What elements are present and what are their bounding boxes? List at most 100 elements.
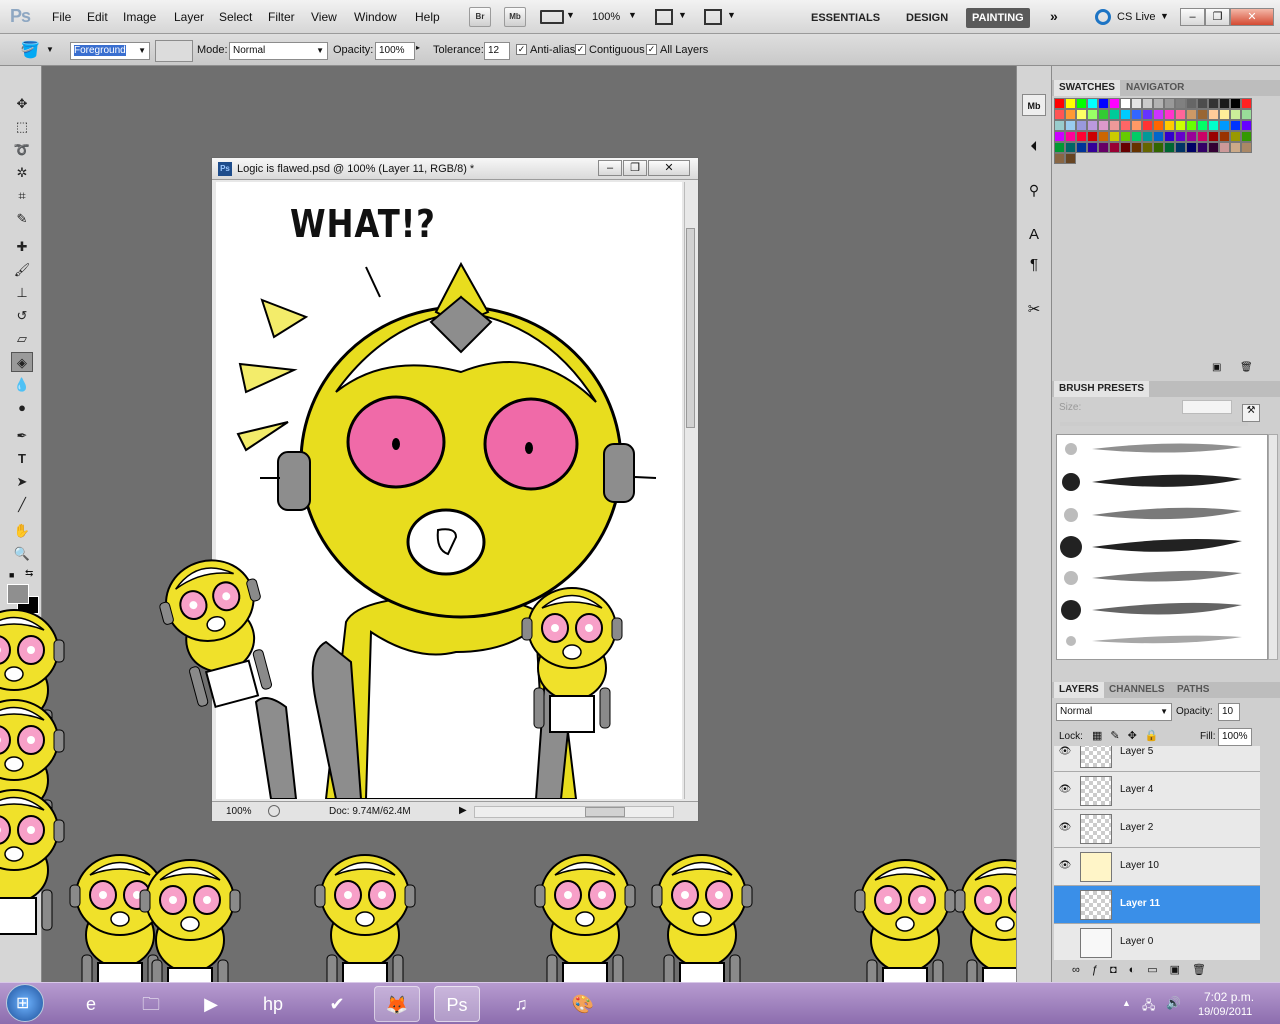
color-swatch[interactable]	[1142, 142, 1153, 153]
workspace-painting[interactable]: PAINTING	[966, 8, 1030, 28]
eye-icon[interactable]: 👁	[1058, 784, 1072, 798]
color-swatch[interactable]	[1065, 98, 1076, 109]
color-swatch[interactable]	[1120, 120, 1131, 131]
checkmark-app-icon[interactable]: ✔	[314, 986, 360, 1022]
restore-button[interactable]: ❐	[1205, 8, 1230, 26]
tab-navigator[interactable]: NAVIGATOR	[1121, 80, 1189, 96]
chevron-down-icon[interactable]: ▼	[678, 10, 687, 20]
color-swatch[interactable]	[1153, 131, 1164, 142]
mini-bridge-panel-icon[interactable]: Mb	[1022, 94, 1046, 116]
menu-filter[interactable]: Filter	[268, 10, 295, 24]
color-swatch[interactable]	[1219, 109, 1230, 120]
itunes-icon[interactable]: ♫	[498, 986, 544, 1022]
chevron-down-icon[interactable]: ▼	[628, 10, 637, 20]
menu-image[interactable]: Image	[123, 10, 156, 24]
eye-icon[interactable]	[1058, 936, 1072, 950]
color-swatch[interactable]	[1120, 142, 1131, 153]
brush-tool-icon[interactable]: 🖌	[11, 260, 33, 280]
color-swatch[interactable]	[1120, 109, 1131, 120]
color-swatch[interactable]	[1153, 98, 1164, 109]
color-swatch[interactable]	[1197, 120, 1208, 131]
path-selection-tool-icon[interactable]: ➤	[11, 472, 33, 492]
cs-live-icon[interactable]	[1095, 9, 1111, 25]
blur-tool-icon[interactable]: 💧	[11, 375, 33, 395]
status-zoom[interactable]: 100%	[226, 806, 252, 817]
color-swatch[interactable]	[1065, 142, 1076, 153]
paint-bucket-tool-icon[interactable]: ◈	[11, 352, 33, 372]
more-workspaces-icon[interactable]: »	[1050, 8, 1058, 24]
color-swatch[interactable]	[1109, 98, 1120, 109]
color-swatch[interactable]	[1153, 120, 1164, 131]
color-swatch[interactable]	[1175, 142, 1186, 153]
brush-size-input[interactable]	[1182, 400, 1232, 414]
color-swatch[interactable]	[1164, 120, 1175, 131]
color-swatch[interactable]	[1131, 109, 1142, 120]
color-swatch[interactable]	[1230, 98, 1241, 109]
lock-options-icon[interactable]: ▦✎✥🔒	[1092, 729, 1167, 742]
color-swatch[interactable]	[1197, 142, 1208, 153]
color-swatch[interactable]	[1208, 142, 1219, 153]
eyedropper-tool-icon[interactable]: ✎	[11, 209, 33, 229]
zoom-level[interactable]: 100%	[592, 11, 620, 23]
color-swatch[interactable]	[1120, 98, 1131, 109]
color-swatch[interactable]	[1241, 120, 1252, 131]
eraser-tool-icon[interactable]: ▱	[11, 329, 33, 349]
color-swatch[interactable]	[1076, 142, 1087, 153]
scroll-thumb[interactable]	[686, 228, 695, 428]
quick-mask-icon[interactable]	[12, 620, 32, 636]
bridge-button[interactable]: Br	[469, 7, 491, 27]
volume-icon[interactable]: 🔊	[1166, 996, 1181, 1010]
brush-panel-toggle-icon[interactable]: ⚒	[1242, 404, 1260, 422]
chevron-down-icon[interactable]: ▼	[46, 45, 54, 54]
color-swatch[interactable]	[1087, 109, 1098, 120]
layer-fill-input[interactable]: 100%	[1218, 728, 1252, 746]
menu-select[interactable]: Select	[219, 10, 252, 24]
menu-file[interactable]: File	[52, 10, 71, 24]
menu-window[interactable]: Window	[354, 10, 397, 24]
eye-icon[interactable]: 👁	[1058, 746, 1072, 760]
color-swatch[interactable]	[1131, 120, 1142, 131]
color-swatch[interactable]	[1208, 131, 1219, 142]
layer-row[interactable]: 👁 Layer 5	[1054, 746, 1260, 772]
color-swatch[interactable]	[1164, 131, 1175, 142]
status-menu-icon[interactable]	[268, 805, 280, 817]
pen-tool-icon[interactable]: ✒	[11, 426, 33, 446]
color-swatch[interactable]	[1219, 142, 1230, 153]
layer-opacity-input[interactable]: 10	[1218, 703, 1240, 721]
screen-mode-icon[interactable]	[704, 9, 722, 25]
layer-row[interactable]: 👁 Layer 4	[1054, 772, 1260, 810]
color-swatch[interactable]	[1131, 98, 1142, 109]
color-swatch[interactable]	[1197, 109, 1208, 120]
quick-selection-tool-icon[interactable]: ✲	[11, 163, 33, 183]
workspace-design[interactable]: DESIGN	[900, 8, 954, 28]
color-swatch[interactable]	[1208, 98, 1219, 109]
media-player-icon[interactable]: ▶	[188, 986, 234, 1022]
menu-help[interactable]: Help	[415, 10, 440, 24]
doc-minimize-button[interactable]: –	[598, 160, 622, 176]
color-swatch[interactable]	[1186, 98, 1197, 109]
clock-time[interactable]: 7:02 p.m.	[1204, 990, 1254, 1004]
menu-layer[interactable]: Layer	[174, 10, 204, 24]
chevron-down-icon[interactable]: ▼	[727, 10, 736, 20]
color-swatch[interactable]	[1208, 120, 1219, 131]
paint-icon[interactable]: 🎨	[560, 986, 606, 1022]
mode-select[interactable]: Normal ▼	[229, 42, 328, 60]
eye-icon[interactable]	[1058, 898, 1072, 912]
color-swatch[interactable]	[1142, 109, 1153, 120]
color-swatch[interactable]	[1065, 153, 1076, 164]
color-swatch[interactable]	[1076, 109, 1087, 120]
color-swatch[interactable]	[1153, 109, 1164, 120]
brush-size-slider[interactable]	[1060, 422, 1248, 426]
internet-explorer-icon[interactable]: e	[68, 986, 114, 1022]
line-tool-icon[interactable]: ╱	[11, 495, 33, 515]
menu-edit[interactable]: Edit	[87, 10, 108, 24]
layer-row[interactable]: 👁 Layer 2	[1054, 810, 1260, 848]
network-icon[interactable]: 🖧	[1142, 996, 1155, 1017]
color-swatch[interactable]	[1164, 142, 1175, 153]
minimize-button[interactable]: –	[1180, 8, 1205, 26]
color-swatch[interactable]	[1142, 120, 1153, 131]
color-swatch[interactable]	[1076, 131, 1087, 142]
color-swatch[interactable]	[1175, 120, 1186, 131]
fill-source-select[interactable]: Foreground ▼	[70, 42, 150, 60]
lasso-tool-icon[interactable]: ➰	[11, 140, 33, 160]
